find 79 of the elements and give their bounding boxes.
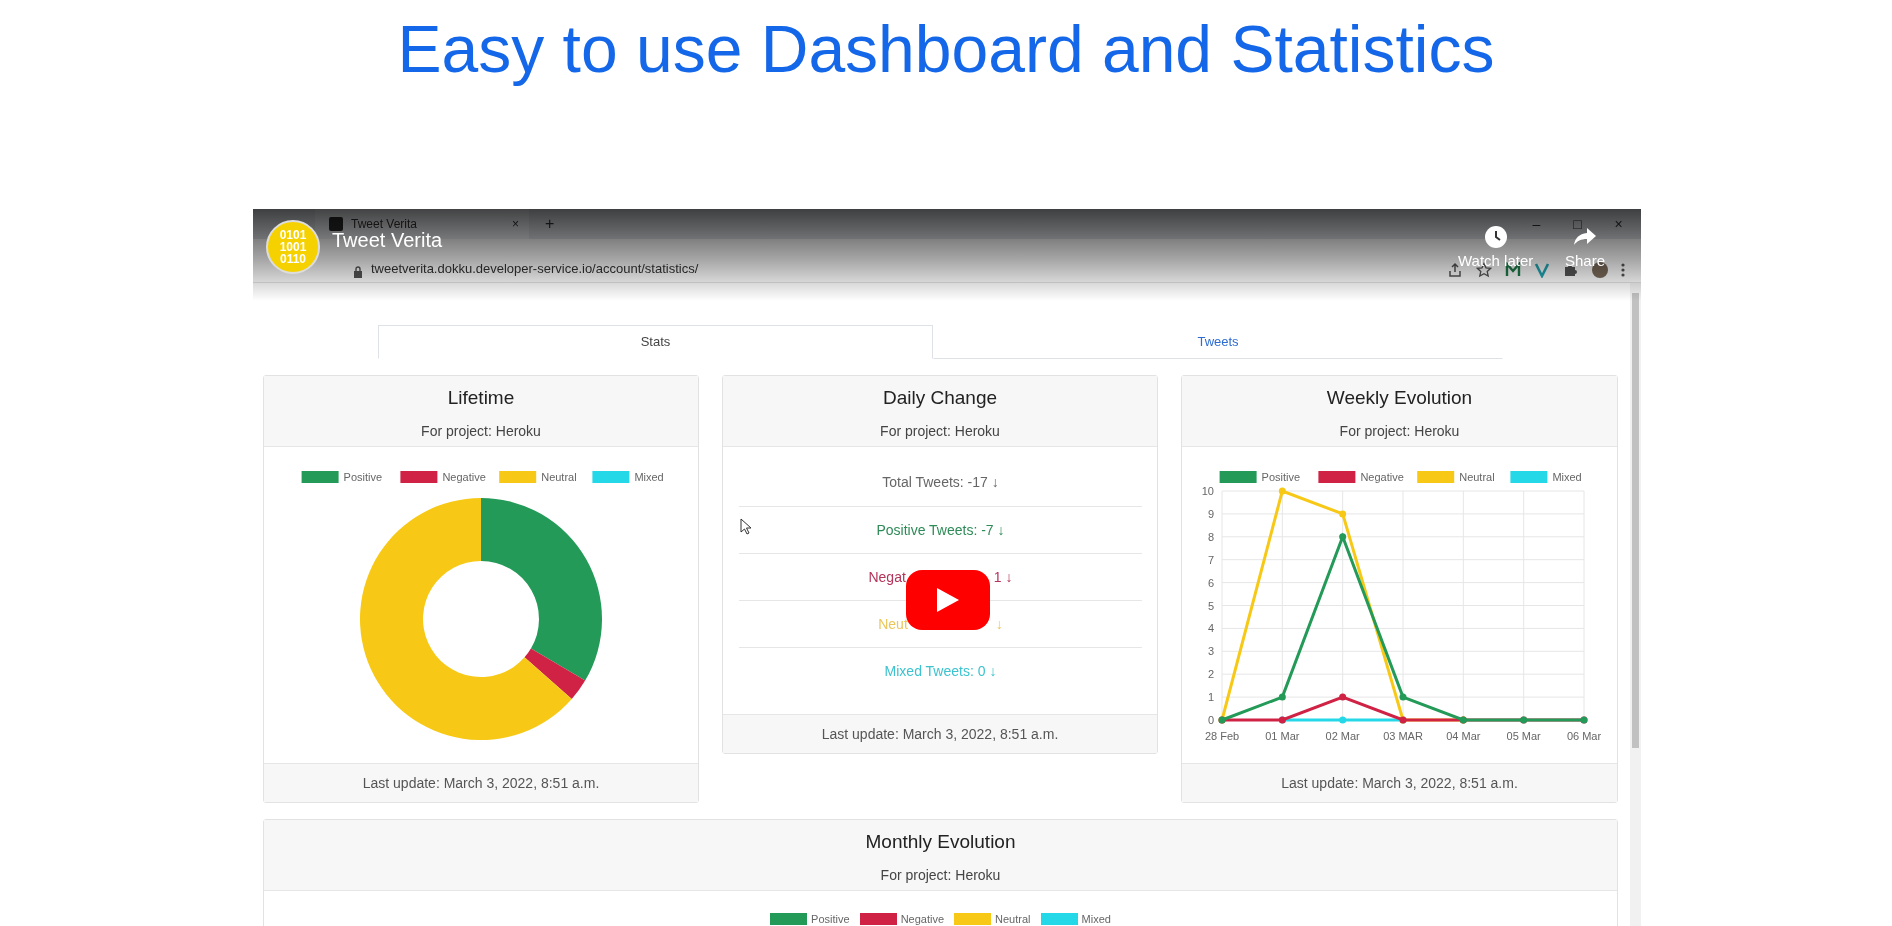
last-update-text: Last update: March 3, 2022, 8:51 a.m. xyxy=(821,724,1059,744)
data-point xyxy=(1278,487,1286,495)
card-subtitle: For project: Heroku xyxy=(880,421,1000,441)
card-title: Weekly Evolution xyxy=(1326,386,1473,410)
cursor-icon xyxy=(740,518,752,535)
last-update-text: Last update: March 3, 2022, 8:51 a.m. xyxy=(1281,773,1518,793)
stat-text: Neut xyxy=(878,614,908,634)
tab-close-button[interactable]: × xyxy=(512,215,519,233)
axis-tick-label: 10 xyxy=(1201,485,1214,497)
axis-tick-label: 3 xyxy=(1207,645,1214,658)
legend-label: Negative xyxy=(900,912,945,926)
lock-icon xyxy=(353,266,363,278)
axis-tick-label: 2 xyxy=(1207,668,1214,681)
legend-label: Positive xyxy=(343,471,383,483)
extension-icon[interactable] xyxy=(1534,262,1550,278)
axis-tick-label: 01 Mar xyxy=(1265,730,1300,742)
logo-text: 1001 xyxy=(279,241,307,253)
legend-label: Negative xyxy=(1360,471,1404,483)
window-control[interactable]: – xyxy=(1516,213,1557,235)
legend-label: Neutral xyxy=(541,471,577,483)
card-title: Lifetime xyxy=(447,386,515,410)
axis-tick-label: 4 xyxy=(1207,622,1214,635)
axis-tick-label: 06 Mar xyxy=(1566,730,1602,742)
card-subtitle: For project: Heroku xyxy=(880,865,1001,885)
legend-label: Positive xyxy=(811,912,850,926)
card-subtitle: For project: Heroku xyxy=(421,421,541,441)
legend-label: Mixed xyxy=(634,471,664,483)
legend-label: Positive xyxy=(1261,471,1301,483)
stat-text: ↓ xyxy=(995,614,1003,634)
play-button[interactable] xyxy=(906,570,990,630)
window-control[interactable]: × xyxy=(1598,213,1639,235)
data-point xyxy=(1278,693,1286,701)
favicon-icon xyxy=(329,217,343,231)
stat-text: Mixed Tweets: 0 ↓ xyxy=(884,661,997,681)
url-text[interactable]: tweetverita.dokku.developer-service.io/account/statistics/ xyxy=(371,258,699,278)
video-player[interactable] xyxy=(253,209,1641,926)
axis-tick-label: 5 xyxy=(1207,599,1214,612)
card-subtitle: For project: Heroku xyxy=(1339,421,1460,441)
axis-tick-label: 04 Mar xyxy=(1446,730,1481,742)
axis-tick-label: 03 MAR xyxy=(1383,730,1423,742)
card-title: Monthly Evolution xyxy=(865,830,1016,854)
last-update-text: Last update: March 3, 2022, 8:51 a.m. xyxy=(362,773,600,793)
kebab-menu-icon[interactable] xyxy=(1621,263,1625,277)
legend-label: Neutral xyxy=(995,912,1031,926)
play-icon xyxy=(937,588,959,612)
stat-text: Negat xyxy=(868,567,906,587)
axis-tick-label: 1 xyxy=(1207,691,1214,704)
axis-tick-label: 9 xyxy=(1207,507,1214,520)
stat-text: 1 ↓ xyxy=(993,567,1013,587)
axis-tick-label: 0 xyxy=(1207,714,1214,726)
axis-tick-label: 8 xyxy=(1207,530,1214,543)
clock-icon[interactable] xyxy=(1483,225,1508,249)
tab-title: Tweet Verita xyxy=(351,216,419,232)
page-heading: Easy to use Dashboard and Statistics xyxy=(397,12,1495,86)
data-point xyxy=(1339,716,1347,724)
window-control[interactable]: □ xyxy=(1557,213,1598,235)
data-point xyxy=(1339,693,1347,701)
axis-tick-label: 28 Feb xyxy=(1204,730,1240,742)
axis-tick-label: 02 Mar xyxy=(1325,730,1360,742)
video-action-button[interactable]: Share xyxy=(1565,253,1606,270)
logo-text: 0101 xyxy=(279,229,307,241)
data-point xyxy=(1339,510,1347,518)
legend-label: Mixed xyxy=(1081,912,1111,926)
new-tab-button[interactable]: + xyxy=(545,212,555,236)
card-title: Daily Change xyxy=(882,386,998,410)
logo-text: 0110 xyxy=(279,253,306,265)
scrollbar[interactable] xyxy=(1630,283,1641,926)
data-point xyxy=(1339,533,1347,541)
legend-label: Negative xyxy=(442,471,486,483)
stat-text: Total Tweets: -17 ↓ xyxy=(882,473,999,492)
stat-text: Positive Tweets: -7 ↓ xyxy=(876,520,1005,540)
legend-label: Neutral xyxy=(1459,471,1495,483)
data-point xyxy=(1399,693,1407,701)
axis-tick-label: 7 xyxy=(1207,553,1214,566)
axis-tick-label: 05 Mar xyxy=(1506,730,1541,742)
page-tab[interactable]: Stats xyxy=(378,325,933,359)
video-action-button[interactable]: Watch later xyxy=(1458,253,1534,270)
axis-tick-label: 6 xyxy=(1207,576,1214,589)
legend-label: Mixed xyxy=(1552,471,1582,483)
